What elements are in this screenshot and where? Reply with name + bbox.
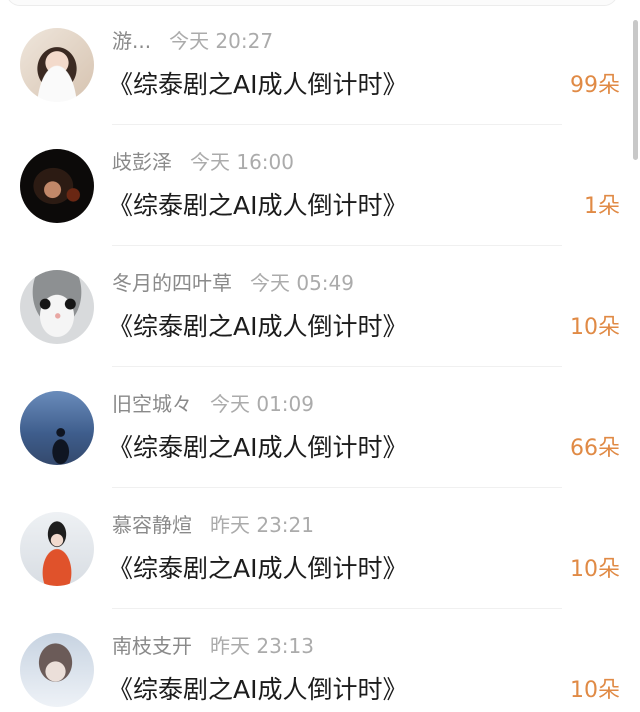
timestamp: 昨天 23:21 xyxy=(210,513,314,537)
list-item[interactable]: 南枝支开 昨天 23:13 《综泰剧之AI成人倒计时》 10朵 xyxy=(0,609,640,712)
book-title: 《综泰剧之AI成人倒计时》 xyxy=(108,675,408,704)
gift-count: 10朵 xyxy=(570,678,620,703)
user-meta: 慕容静煊 昨天 23:21 xyxy=(112,512,314,538)
list-item[interactable]: 游... 今天 20:27 《综泰剧之AI成人倒计时》 99朵 xyxy=(0,4,640,125)
user-meta: 冬月的四叶草 今天 05:49 xyxy=(112,270,354,296)
book-title: 《综泰剧之AI成人倒计时》 xyxy=(108,554,408,583)
book-title: 《综泰剧之AI成人倒计时》 xyxy=(108,70,408,99)
gift-count: 10朵 xyxy=(570,557,620,582)
user-meta: 歧彭泽 今天 16:00 xyxy=(112,149,294,175)
user-name[interactable]: 冬月的四叶草 xyxy=(112,271,232,295)
timestamp: 今天 20:27 xyxy=(169,29,274,53)
book-title: 《综泰剧之AI成人倒计时》 xyxy=(108,191,408,220)
gift-count: 1朵 xyxy=(584,194,620,219)
gift-count: 99朵 xyxy=(570,73,620,98)
user-name[interactable]: 南枝支开 xyxy=(112,634,192,658)
list-item[interactable]: 慕容静煊 昨天 23:21 《综泰剧之AI成人倒计时》 10朵 xyxy=(0,488,640,609)
user-meta: 旧空城々 今天 01:09 xyxy=(112,391,314,417)
avatar[interactable] xyxy=(20,633,94,707)
avatar[interactable] xyxy=(20,270,94,344)
user-name[interactable]: 旧空城々 xyxy=(112,392,192,416)
avatar[interactable] xyxy=(20,391,94,465)
list-item[interactable]: 歧彭泽 今天 16:00 《综泰剧之AI成人倒计时》 1朵 xyxy=(0,125,640,246)
book-title: 《综泰剧之AI成人倒计时》 xyxy=(108,312,408,341)
gift-record-page: 游... 今天 20:27 《综泰剧之AI成人倒计时》 99朵 歧彭泽 今天 16:… xyxy=(0,0,640,712)
scrollbar[interactable] xyxy=(633,20,638,160)
gift-count: 66朵 xyxy=(570,436,620,461)
list-item[interactable]: 旧空城々 今天 01:09 《综泰剧之AI成人倒计时》 66朵 xyxy=(0,367,640,488)
list-item[interactable]: 冬月的四叶草 今天 05:49 《综泰剧之AI成人倒计时》 10朵 xyxy=(0,246,640,367)
gift-record-list: 游... 今天 20:27 《综泰剧之AI成人倒计时》 99朵 歧彭泽 今天 16:… xyxy=(0,4,640,712)
user-name[interactable]: 慕容静煊 xyxy=(112,513,192,537)
book-title: 《综泰剧之AI成人倒计时》 xyxy=(108,433,408,462)
user-meta: 游... 今天 20:27 xyxy=(112,28,273,54)
timestamp: 今天 16:00 xyxy=(190,150,294,174)
timestamp: 今天 01:09 xyxy=(210,392,314,416)
timestamp: 昨天 23:13 xyxy=(210,634,314,658)
avatar[interactable] xyxy=(20,512,94,586)
user-name[interactable]: 游... xyxy=(112,29,151,53)
timestamp: 今天 05:49 xyxy=(250,271,354,295)
user-name[interactable]: 歧彭泽 xyxy=(112,150,172,174)
avatar[interactable] xyxy=(20,28,94,102)
user-meta: 南枝支开 昨天 23:13 xyxy=(112,633,314,659)
avatar[interactable] xyxy=(20,149,94,223)
gift-count: 10朵 xyxy=(570,315,620,340)
